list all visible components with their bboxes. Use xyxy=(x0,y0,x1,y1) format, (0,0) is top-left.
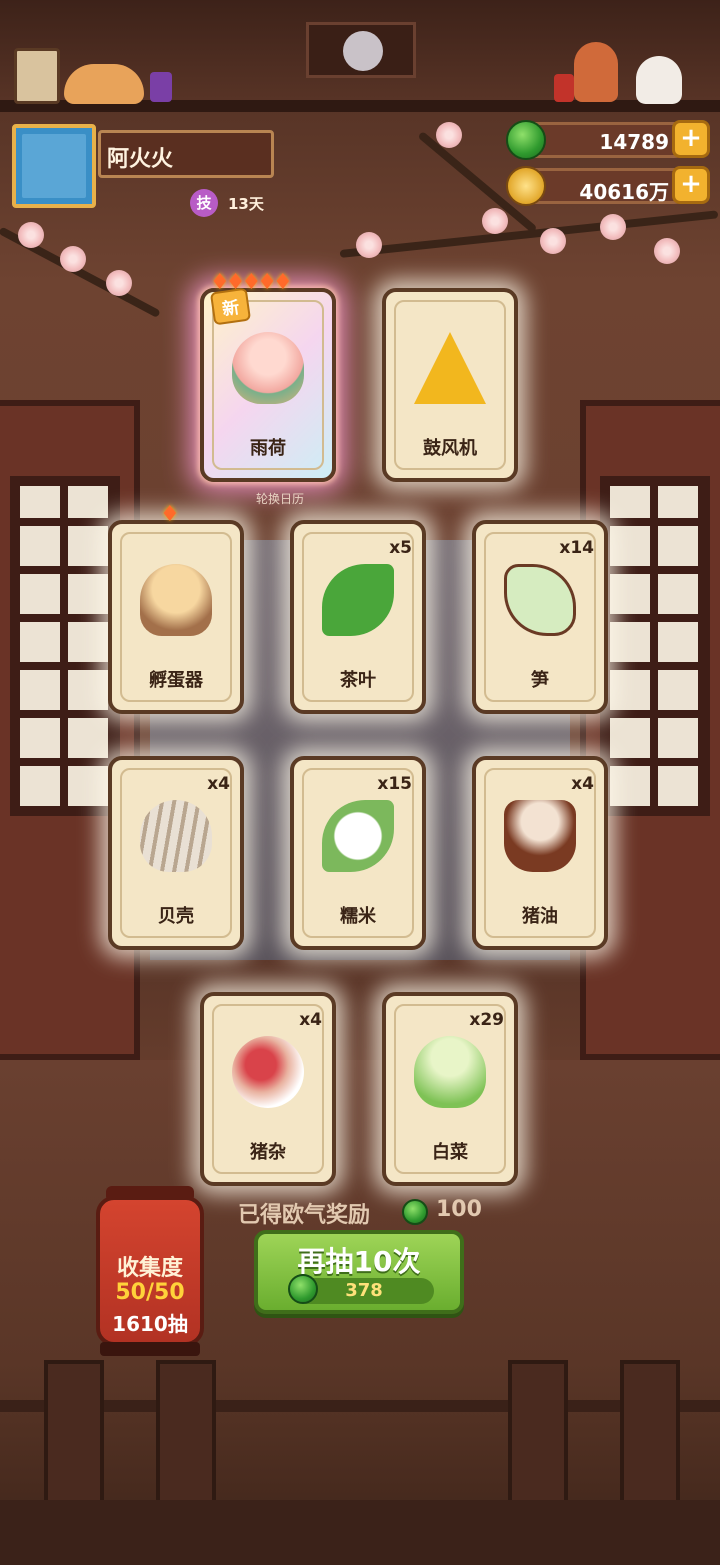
fence-post xyxy=(156,1360,216,1510)
days-counter: 13天 xyxy=(228,195,264,213)
luck-reward-value: 100 xyxy=(436,1197,482,1222)
luck-reward-label: 已得欧气奖励 xyxy=(238,1203,371,1228)
flame-icon: ♦ xyxy=(160,502,180,527)
flame-icon: ♦ xyxy=(272,270,293,295)
card-label: 孵蛋器 xyxy=(149,670,203,691)
blossom xyxy=(356,232,382,258)
blossom xyxy=(654,238,680,264)
draw-cost-pill: 378 xyxy=(288,1274,434,1304)
draw-again-label: 再抽10次 xyxy=(297,1245,421,1278)
add-coins-button[interactable]: + xyxy=(672,166,710,204)
card-count: x5 xyxy=(389,538,412,558)
card-label: 笋 xyxy=(531,670,549,691)
pork-offal-icon xyxy=(232,1036,304,1108)
rarity-flames: ♦♦♦♦♦ xyxy=(210,270,293,295)
item-card[interactable]: 猪杂 x4 xyxy=(200,992,336,1186)
item-card[interactable]: 猪油 x4 xyxy=(472,756,608,950)
skill-badge-icon[interactable]: 技 xyxy=(190,189,218,217)
card-count: x14 xyxy=(559,538,594,558)
clam-shell-icon xyxy=(140,800,212,872)
flame-icon: ♦ xyxy=(241,270,261,295)
item-card[interactable]: 贝壳 x4 xyxy=(108,756,244,950)
jar-icon xyxy=(150,72,172,102)
flame-icon: ♦ xyxy=(225,270,246,295)
card-label: 猪油 xyxy=(522,906,558,927)
item-card[interactable]: 鼓风机 xyxy=(382,288,518,482)
left-window-panel xyxy=(0,400,140,1060)
card-count: x4 xyxy=(571,774,594,794)
fence-post xyxy=(44,1360,104,1510)
right-window-panel xyxy=(580,400,720,1060)
item-card[interactable]: 糯米 x15 xyxy=(290,756,426,950)
card-count: x15 xyxy=(377,774,412,794)
rarity-flames: ♦ xyxy=(160,502,180,527)
card-label: 糯米 xyxy=(340,906,376,927)
card-count: x4 xyxy=(207,774,230,794)
player-name: 阿火火 xyxy=(107,147,174,172)
flame-icon: ♦ xyxy=(210,270,230,295)
draw-again-button[interactable]: 再抽10次 378 xyxy=(254,1230,464,1314)
egg-incubator-icon xyxy=(140,564,212,636)
coin-icon xyxy=(506,166,546,206)
jar-icon xyxy=(554,74,574,102)
blossom xyxy=(600,214,626,240)
fence-rail xyxy=(0,1400,720,1412)
collection-progress: 50/50 xyxy=(115,1280,185,1305)
player-avatar[interactable] xyxy=(12,124,96,208)
raccoon-portrait-icon xyxy=(306,22,416,78)
item-card[interactable]: 雨荷新 ♦♦♦♦♦ xyxy=(200,270,336,482)
jade-icon xyxy=(506,120,546,160)
collection-title: 收集度 xyxy=(116,1256,183,1281)
coin-amount: 40616万 xyxy=(579,180,669,204)
blossom xyxy=(540,228,566,254)
card-label: 贝壳 xyxy=(158,906,194,927)
item-card[interactable]: 白菜 x29 xyxy=(382,992,518,1186)
child-character-icon xyxy=(574,42,618,102)
jade-icon xyxy=(402,1199,428,1225)
card-label: 白菜 xyxy=(432,1142,468,1163)
faucet-basin-icon xyxy=(22,134,86,198)
card-count: x29 xyxy=(469,1010,504,1030)
white-cat-icon xyxy=(636,56,682,104)
blossom xyxy=(482,208,508,234)
item-card[interactable]: 笋 x14 xyxy=(472,520,608,714)
item-card[interactable]: 孵蛋器 ♦ xyxy=(108,502,244,714)
floor-strip xyxy=(0,1500,720,1565)
player-name-box[interactable]: 阿火火 xyxy=(98,130,274,178)
card-label: 鼓风机 xyxy=(423,438,477,459)
rotation-calendar-hint[interactable]: 轮换日历 xyxy=(256,490,304,507)
blossom xyxy=(436,122,462,148)
fence-post xyxy=(508,1360,568,1510)
lantern-stand xyxy=(100,1342,200,1356)
collection-lantern[interactable]: 收集度 50/50 1610抽 xyxy=(96,1196,204,1346)
paw-frame-icon xyxy=(14,48,60,104)
item-card[interactable]: 茶叶 x5 xyxy=(290,520,426,714)
draw-cost: 378 xyxy=(345,1280,383,1301)
card-label: 猪杂 xyxy=(250,1142,286,1163)
total-draws: 1610抽 xyxy=(112,1312,188,1336)
flame-icon: ♦ xyxy=(257,270,277,295)
fence-post xyxy=(620,1360,680,1510)
blossom xyxy=(60,246,86,272)
lotus-bowl-icon xyxy=(232,332,304,404)
card-count: x4 xyxy=(299,1010,322,1030)
napa-cabbage-icon xyxy=(414,1036,486,1108)
jade-amount: 14789 xyxy=(599,130,669,154)
add-jade-button[interactable]: + xyxy=(672,120,710,158)
lard-bowl-icon xyxy=(504,800,576,872)
blossom xyxy=(106,270,132,296)
cat-icon xyxy=(64,64,144,104)
card-label: 雨荷 xyxy=(250,438,286,459)
card-label: 茶叶 xyxy=(340,670,376,691)
blossom xyxy=(18,222,44,248)
